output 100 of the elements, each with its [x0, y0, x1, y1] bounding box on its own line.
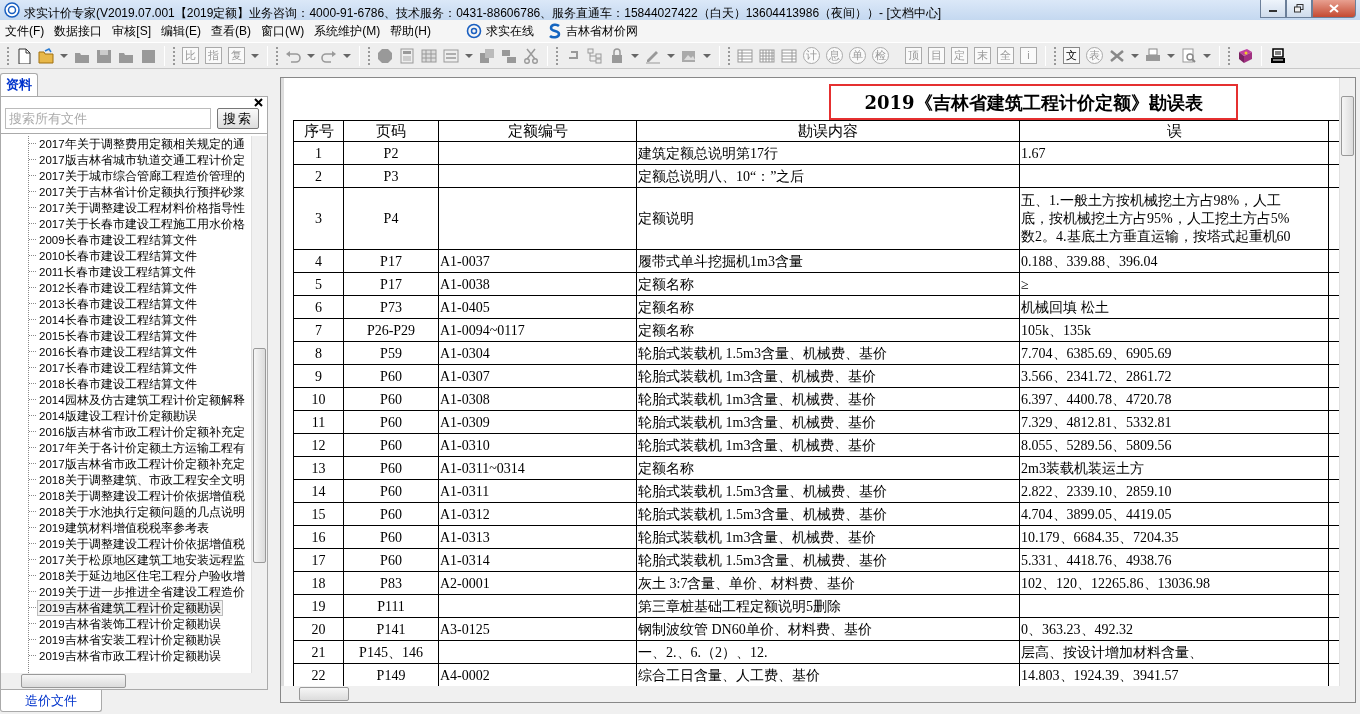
- table-cell-text: 6.397、4400.78、4720.78: [1021, 391, 1172, 407]
- table-cell-text: A1-0309: [440, 414, 490, 430]
- table-cell-text: 定额名称: [638, 276, 694, 292]
- menu-item[interactable]: 数据接口: [49, 22, 108, 40]
- search-field[interactable]: 搜索所有文件: [5, 107, 211, 129]
- table-cell-text: 定额总说明八、10“：”之后: [638, 168, 805, 184]
- table-cell-text: P83: [380, 575, 402, 591]
- table-cell-text: A1-0308: [440, 391, 490, 407]
- table-cell-text: 7: [315, 322, 322, 338]
- table-cell-text: 10.179、6684.35、7204.35: [1021, 529, 1179, 545]
- table-cell-text: 0.188、339.88、396.04: [1021, 253, 1158, 269]
- table-cell-text: 1: [315, 145, 322, 161]
- tree-item[interactable]: 2017关于长春市建设工程施工用水价格: [37, 215, 247, 232]
- column-header: 页码: [343, 120, 439, 142]
- menu-item[interactable]: 系统维护(M): [309, 22, 386, 40]
- tree-item[interactable]: 2017关于城市综合管廊工程造价管理的: [37, 167, 247, 184]
- tree-item[interactable]: 2017年关于调整费用定额相关规定的通: [37, 135, 247, 152]
- panel-tab[interactable]: 资料: [0, 73, 38, 96]
- menu-link[interactable]: 吉林省材价网: [562, 22, 642, 40]
- table-cell-text: 21: [311, 644, 326, 660]
- table-cell-text: A4-0002: [440, 667, 490, 683]
- table-cell-text: P26-P29: [366, 322, 416, 338]
- table-cell-text: P4: [383, 211, 399, 226]
- window-title: 求实计价专家(V2019.07.001【2019定额】业务咨询：4000-91-6786、技术服务：0431-88606786、服务直通车：15844027422（白天）13604413986（夜间））- [文档中心]: [24, 5, 943, 22]
- menu-item[interactable]: 审核[S]: [107, 22, 156, 40]
- tree-item[interactable]: 2014园林及仿古建筑工程计价定额解释: [37, 391, 247, 408]
- table-cell-text: A2-0001: [440, 575, 490, 591]
- table-cell-text: 轮胎式装载机 1.5m3含量、机械费、基价: [638, 506, 887, 522]
- table-cell-text: 15: [311, 506, 326, 522]
- tree-item[interactable]: 2017版吉林省城市轨道交通工程计价定: [37, 151, 247, 168]
- tree-item[interactable]: 2010长春市建设工程结算文件: [37, 247, 199, 264]
- menu-item[interactable]: 窗口(W): [256, 22, 310, 40]
- table-cell-text: 2m3装载机装运土方: [1021, 460, 1144, 476]
- table-cell-text: P60: [380, 414, 402, 430]
- table-cell-text: 4: [315, 253, 322, 269]
- tree-item[interactable]: 2019关于调整建设工程计价依据增值税: [37, 535, 247, 552]
- menu-item[interactable]: 帮助(H): [385, 22, 436, 40]
- tree-item[interactable]: 2019吉林省市政工程计价定额勘误: [37, 647, 223, 664]
- table-cell-text: 19: [311, 598, 326, 614]
- table-cell-text: 102、120、12265.86、13036.98: [1021, 575, 1210, 591]
- menu-link[interactable]: 求实在线: [482, 22, 538, 40]
- panel-tab[interactable]: 造价文件: [0, 689, 102, 712]
- tree-item[interactable]: 2018长春市建设工程结算文件: [37, 375, 199, 392]
- table-cell-text: A1-0312: [440, 506, 490, 522]
- tree-item[interactable]: 2019吉林省装饰工程计价定额勘误: [37, 615, 223, 632]
- menu-item[interactable]: 编辑(E): [156, 22, 206, 40]
- table-cell-text: 轮胎式装载机 1m3含量、机械费、基价: [638, 529, 877, 545]
- table-cell-text: 数2。4.基底土方垂直运输，按塔式起重机60: [1021, 227, 1292, 246]
- table-cell-text: 14: [311, 483, 326, 499]
- tree-item[interactable]: 2015长春市建设工程结算文件: [37, 327, 199, 344]
- tree-item[interactable]: 2017关于松原地区建筑工地安装远程监: [37, 551, 247, 568]
- table-cell-text: 定额名称: [638, 299, 694, 315]
- table-cell-text: A3-0125: [440, 621, 490, 637]
- table-cell-text: 底，按机械挖土方占95%，人工挖土方占5%: [1021, 209, 1291, 228]
- table-cell-text: P149: [376, 667, 406, 683]
- table-cell-text: 建筑定额总说明第17行: [638, 145, 778, 161]
- table-cell-text: A1-0311~0314: [440, 460, 525, 476]
- table-cell-text: 机械回填 松土: [1021, 299, 1109, 315]
- table-cell-text: 2: [315, 168, 322, 184]
- tree-item[interactable]: 2018关于延边地区住宅工程分户验收增: [37, 567, 247, 584]
- table-cell-text: 轮胎式装载机 1m3含量、机械费、基价: [638, 368, 877, 384]
- menu-item[interactable]: 查看(B): [206, 22, 256, 40]
- table-cell-text: P2: [383, 145, 399, 161]
- table-cell-text: P60: [380, 460, 402, 476]
- tree-item[interactable]: 2017关于调整建设工程材料价格指导性: [37, 199, 247, 216]
- search-button[interactable]: 搜索: [217, 107, 259, 129]
- table-cell-text: A1-0313: [440, 529, 490, 545]
- table-cell-text: P60: [380, 483, 402, 499]
- tree-item[interactable]: 2018关于调整建设工程计价依据增值税: [37, 487, 247, 504]
- tree-item[interactable]: 2011长春市建设工程结算文件: [37, 263, 198, 280]
- table-cell-text: P3: [383, 168, 399, 184]
- tree-item[interactable]: 2017长春市建设工程结算文件: [37, 359, 199, 376]
- tree-item[interactable]: 2017关于吉林省计价定额执行预拌砂浆: [37, 183, 247, 200]
- tree-item[interactable]: 2016版吉林省市政工程计价定额补充定: [37, 423, 247, 440]
- tree-item[interactable]: 2019建筑材料增值税税率参考表: [37, 519, 211, 536]
- tree-item[interactable]: 2019关于进一步推进全省建设工程造价: [37, 583, 247, 600]
- tree-item[interactable]: 2014版建设工程计价定额勘误: [37, 407, 199, 424]
- menu-item[interactable]: 文件(F): [0, 22, 50, 40]
- tree-item[interactable]: 2018关于调整建筑、市政工程安全文明: [37, 471, 247, 488]
- tree-item[interactable]: 2016长春市建设工程结算文件: [37, 343, 199, 360]
- tree-item[interactable]: 2013长春市建设工程结算文件: [37, 295, 199, 312]
- tree-item[interactable]: 2017年关于各计价定额土方运输工程有: [37, 439, 247, 456]
- tree-item[interactable]: 2014长春市建设工程结算文件: [37, 311, 199, 328]
- tree-item[interactable]: 2012长春市建设工程结算文件: [37, 279, 199, 296]
- toolbar-button[interactable]: 文: [1063, 47, 1080, 64]
- table-cell-text: 3.566、2341.72、2861.72: [1021, 368, 1172, 384]
- table-cell-text: A1-0094~0117: [440, 322, 525, 338]
- table-cell-text: A1-0311: [440, 483, 490, 499]
- table-cell-text: P17: [380, 276, 402, 292]
- tree-item[interactable]: 2019吉林省建筑工程计价定额勘误: [37, 599, 223, 616]
- table-cell-text: 7.704、6385.69、6905.69: [1021, 345, 1172, 361]
- table-cell-text: 综合工日含量、人工费、基价: [638, 667, 820, 683]
- table-cell-text: 5: [315, 276, 322, 292]
- tree-item[interactable]: 2009长春市建设工程结算文件: [37, 231, 199, 248]
- tree-item[interactable]: 2017版吉林省市政工程计价定额补充定: [37, 455, 247, 472]
- tree-item[interactable]: 2019吉林省安装工程计价定额勘误: [37, 631, 223, 648]
- tree-item[interactable]: 2018关于水池执行定额问题的几点说明: [37, 503, 247, 520]
- table-cell-text: 轮胎式装载机 1.5m3含量、机械费、基价: [638, 552, 887, 568]
- table-cell-text: 第三章桩基础工程定额说明5删除: [638, 598, 841, 614]
- table-cell-text: P60: [380, 368, 402, 384]
